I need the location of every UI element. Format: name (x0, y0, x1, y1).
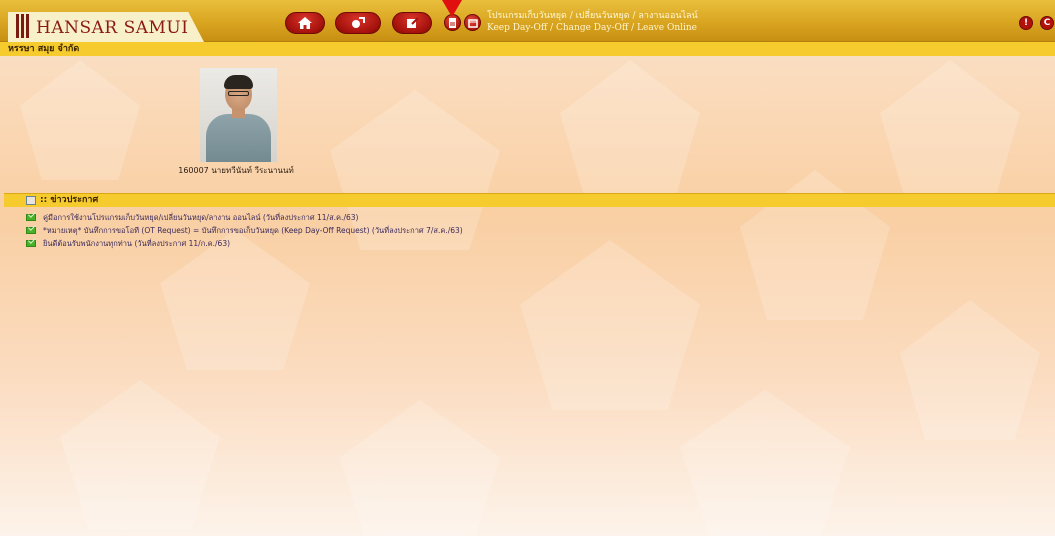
news-item-link[interactable]: ยินดีต้อนรับพนักงานทุกท่าน (วันที่ลงประก… (43, 238, 230, 250)
news-item[interactable]: ยินดีต้อนรับพนักงานทุกท่าน (วันที่ลงประก… (26, 237, 463, 250)
mail-icon (26, 214, 36, 221)
news-list-icon (26, 196, 36, 205)
employee-name: 160007 นายทวีนันท์ วีระนานนท์ (178, 166, 294, 175)
menu-title: โปรแกรมเก็บวันหยุด / เปลี่ยนวันหยุด / ลา… (487, 10, 698, 34)
info-icon: ! (1023, 18, 1029, 28)
document-icon (449, 17, 456, 28)
mail-icon (26, 227, 36, 234)
edit-button[interactable] (392, 12, 432, 34)
calendar-icon (467, 18, 478, 28)
mail-icon (26, 240, 36, 247)
company-name: หรรษา สมุย จำกัด (8, 44, 80, 54)
news-list: คู่มือการใช้งานโปรแกรมเก็บวันหยุด/เปลี่ย… (26, 211, 463, 250)
news-header: :: ข่าวประกาศ (4, 193, 1055, 207)
company-name-bar: หรรษา สมุย จำกัด (0, 42, 1055, 56)
home-button[interactable] (285, 12, 325, 34)
red-pointer-annotation (442, 0, 462, 17)
news-title: :: ข่าวประกาศ (40, 195, 99, 205)
menu-title-english: Keep Day-Off / Change Day-Off / Leave On… (487, 23, 698, 33)
home-icon (298, 17, 312, 29)
logout-button[interactable]: C (1040, 16, 1054, 30)
calendar-button[interactable] (464, 14, 481, 31)
logout-icon: C (1043, 18, 1051, 28)
employee-profile: 160007 นายทวีนันท์ วีระนานนท์ (178, 68, 298, 177)
info-button[interactable]: ! (1019, 16, 1033, 30)
edit-icon (406, 17, 419, 28)
swap-icon (352, 17, 365, 28)
news-item[interactable]: คู่มือการใช้งานโปรแกรมเก็บวันหยุด/เปลี่ย… (26, 211, 463, 224)
logo-text: HANSAR SAMUI (36, 18, 189, 38)
news-item-link[interactable]: คู่มือการใช้งานโปรแกรมเก็บวันหยุด/เปลี่ย… (43, 212, 358, 224)
swap-dayoff-button[interactable] (335, 12, 381, 34)
news-item[interactable]: *หมายเหตุ* บันทึกการขอโอที (OT Request) … (26, 224, 463, 237)
news-item-link[interactable]: *หมายเหตุ* บันทึกการขอโอที (OT Request) … (43, 225, 463, 237)
menu-title-thai: โปรแกรมเก็บวันหยุด / เปลี่ยนวันหยุด / ลา… (487, 11, 698, 21)
avatar (200, 68, 277, 162)
logo-icon (16, 14, 30, 38)
background-pattern (0, 0, 1055, 536)
top-header: HANSAR SAMUI โปรแกรมเก็บวันหยุด / เปลี่ย… (0, 0, 1055, 42)
